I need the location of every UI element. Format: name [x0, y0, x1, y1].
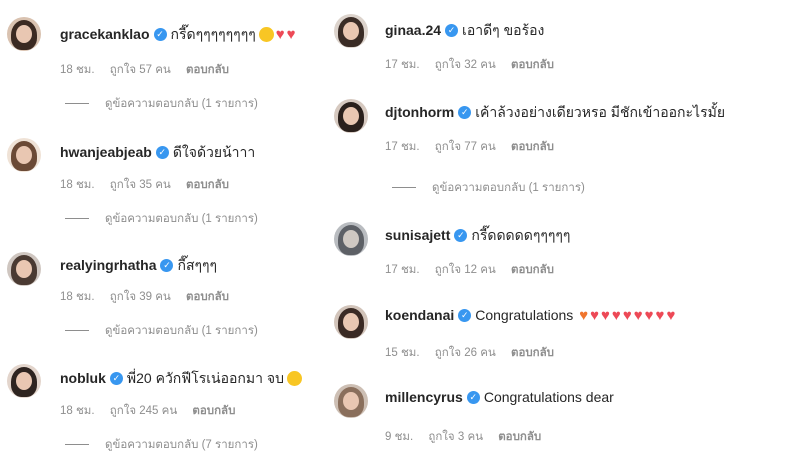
verified-badge-icon: ✓ — [458, 105, 472, 119]
verified-badge-icon: ✓ — [466, 390, 480, 404]
comment-likes[interactable]: ถูกใจ 245 คน — [110, 405, 177, 417]
comment-text: Congratulations dear — [483, 389, 614, 405]
comment-time: 17 ชม. — [385, 59, 420, 71]
comment-username[interactable]: realyingrhatha — [60, 257, 156, 273]
replies-divider — [392, 187, 416, 189]
comment-username[interactable]: koendanai — [385, 307, 454, 323]
comment-text: เค้าล้วงอย่างเดียวหรอ มีชักเข้าออกะไรมั้… — [475, 104, 726, 120]
avatar[interactable] — [7, 364, 41, 398]
replies-divider — [65, 218, 89, 220]
comment-time: 17 ชม. — [385, 264, 420, 276]
comment-likes[interactable]: ถูกใจ 77 คน — [435, 141, 496, 153]
heart-eyes-face-icon — [258, 26, 274, 42]
avatar[interactable] — [334, 14, 368, 48]
comment-time: 18 ชม. — [60, 291, 95, 303]
comment-time: 18 ชม. — [60, 64, 95, 76]
red-heart-icon: ♥ — [286, 26, 296, 43]
reply-button[interactable]: ตอบกลับ — [192, 405, 235, 417]
comment-likes[interactable]: ถูกใจ 26 คน — [435, 347, 496, 359]
comment-username[interactable]: gracekanklao — [60, 26, 150, 42]
red-heart-icon: ♥ — [655, 307, 665, 324]
reply-button[interactable]: ตอบกลับ — [186, 64, 229, 76]
avatar[interactable] — [334, 222, 368, 256]
reply-button[interactable]: ตอบกลับ — [186, 291, 229, 303]
comment-likes[interactable]: ถูกใจ 32 คน — [435, 59, 496, 71]
comment-likes[interactable]: ถูกใจ 57 คน — [110, 64, 171, 76]
comment-text: พี่20 ควักฟีโรเน่ออกมา จบ — [126, 370, 284, 386]
avatar[interactable] — [7, 252, 41, 286]
comment-likes[interactable]: ถูกใจ 3 คน — [428, 431, 483, 443]
reply-button[interactable]: ตอบกลับ — [511, 59, 554, 71]
verified-badge-icon: ✓ — [155, 145, 169, 159]
comment-username[interactable]: millencyrus — [385, 389, 463, 405]
replies-divider — [65, 103, 89, 105]
comment-text: กรี๊ดดดดดๆๆๆๆๆ — [471, 227, 571, 243]
comment-time: 9 ชม. — [385, 431, 414, 443]
verified-badge-icon: ✓ — [458, 308, 472, 322]
red-heart-icon: ♥ — [275, 26, 285, 43]
verified-badge-icon: ✓ — [109, 371, 123, 385]
view-replies-link[interactable]: ดูข้อความตอบกลับ (1 รายการ) — [65, 324, 258, 338]
avatar[interactable] — [334, 99, 368, 133]
verified-badge-icon: ✓ — [153, 27, 167, 41]
reply-button[interactable]: ตอบกลับ — [186, 179, 229, 191]
comment-username[interactable]: djtonhorm — [385, 104, 454, 120]
reply-button[interactable]: ตอบกลับ — [511, 141, 554, 153]
reply-button[interactable]: ตอบกลับ — [498, 431, 541, 443]
reply-button[interactable]: ตอบกลับ — [511, 264, 554, 276]
laughing-face-icon — [286, 370, 302, 386]
replies-divider — [65, 444, 89, 446]
red-heart-icon: ♥ — [590, 307, 600, 324]
avatar[interactable] — [7, 17, 41, 51]
view-replies-link[interactable]: ดูข้อความตอบกลับ (7 รายการ) — [65, 438, 258, 452]
comment-text: Congratulations — [475, 307, 574, 323]
avatar[interactable] — [7, 138, 41, 172]
comment-likes[interactable]: ถูกใจ 39 คน — [110, 291, 171, 303]
avatar[interactable] — [334, 384, 368, 418]
replies-divider — [65, 330, 89, 332]
reply-button[interactable]: ตอบกลับ — [511, 347, 554, 359]
red-heart-icon: ♥ — [644, 307, 654, 324]
comment-text: กรี๊ดๆๆๆๆๆๆๆๆ — [170, 26, 256, 42]
comment-username[interactable]: ginaa.24 — [385, 22, 441, 38]
view-replies-link[interactable]: ดูข้อความตอบกลับ (1 รายการ) — [392, 181, 585, 195]
comment-likes[interactable]: ถูกใจ 12 คน — [435, 264, 496, 276]
avatar[interactable] — [334, 305, 368, 339]
comment-time: 18 ชม. — [60, 179, 95, 191]
orange-heart-icon: ♥ — [579, 307, 589, 324]
comment-username[interactable]: sunisajett — [385, 227, 450, 243]
verified-badge-icon: ✓ — [445, 23, 459, 37]
red-heart-icon: ♥ — [611, 307, 621, 324]
verified-badge-icon: ✓ — [454, 228, 468, 242]
comment-username[interactable]: nobluk — [60, 370, 106, 386]
comment-likes[interactable]: ถูกใจ 35 คน — [110, 179, 171, 191]
red-heart-icon: ♥ — [622, 307, 632, 324]
comment-text: กี๊สๆๆๆ — [177, 257, 218, 273]
comment-username[interactable]: hwanjeabjeab — [60, 144, 152, 160]
red-heart-icon: ♥ — [601, 307, 610, 324]
red-heart-icon: ♥ — [666, 307, 676, 324]
view-replies-link[interactable]: ดูข้อความตอบกลับ (1 รายการ) — [65, 97, 258, 111]
verified-badge-icon: ✓ — [160, 258, 174, 272]
red-heart-icon: ♥ — [633, 307, 643, 324]
comment-time: 15 ชม. — [385, 347, 420, 359]
view-replies-link[interactable]: ดูข้อความตอบกลับ (1 รายการ) — [65, 212, 258, 226]
comment-text: เอาดีๆ ขอร้อง — [462, 22, 545, 38]
comment-text: ดีใจด้วยน้าาา — [172, 144, 256, 160]
comment-time: 18 ชม. — [60, 405, 95, 417]
comment-time: 17 ชม. — [385, 141, 420, 153]
